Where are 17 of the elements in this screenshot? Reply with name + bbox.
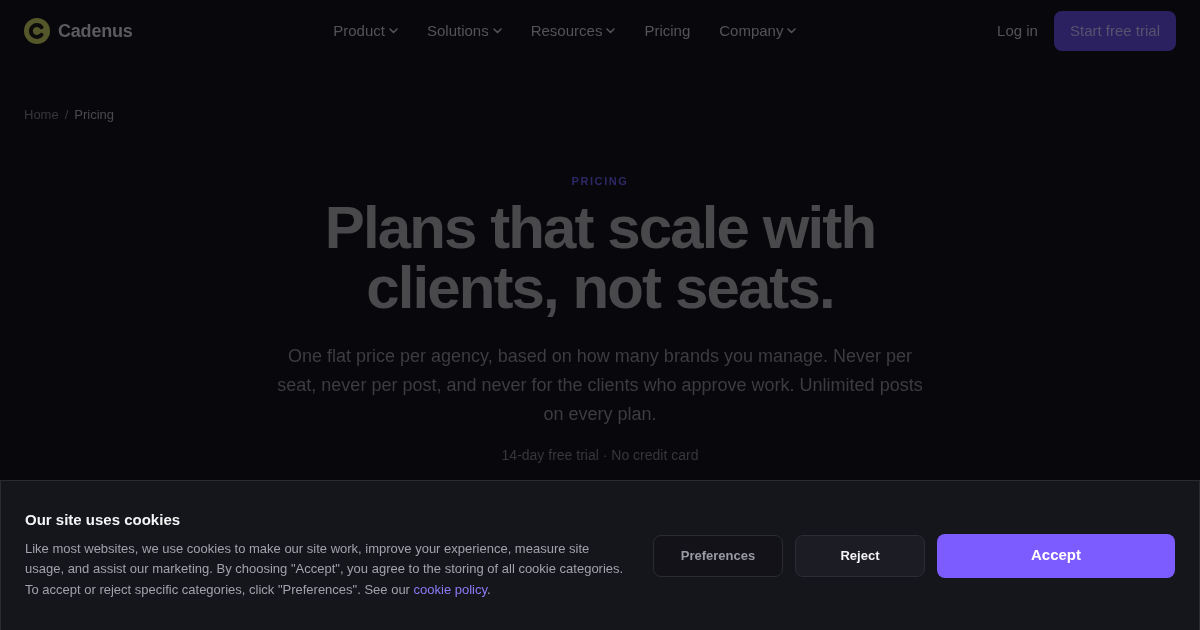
preferences-button[interactable]: Preferences [653,534,783,577]
accept-button[interactable]: Accept [937,533,1175,578]
nav-link[interactable]: Solutions [426,19,502,43]
login-link[interactable]: Log in [997,19,1038,43]
nav-link[interactable]: Pricing [644,19,691,43]
breadcrumb-separator: / [64,106,69,124]
nav-link[interactable]: Product [333,19,398,43]
banner-title: Our site uses cookies [25,510,182,529]
banner-text: Like most websites, we use cookies to make our site work, improve your experience, measure site usage, and assist our marketing. By choosing "Accept", you agree to the storing of all cookie categories. To accept or reject specific categories, click "Preferences". See our cookie policy. [25,539,625,599]
breadcrumb-current: Pricing [74,106,115,124]
logo-icon [24,18,50,44]
eyebrow-label: PRICING [570,174,630,189]
page-heading: Plans that scale with clients, not seats. [323,197,877,318]
nav-link[interactable]: Company [719,19,797,43]
brand-name[interactable]: Cadenus [58,17,133,45]
nav-link[interactable]: Resources [530,19,616,43]
reject-button[interactable]: Reject [795,534,925,577]
